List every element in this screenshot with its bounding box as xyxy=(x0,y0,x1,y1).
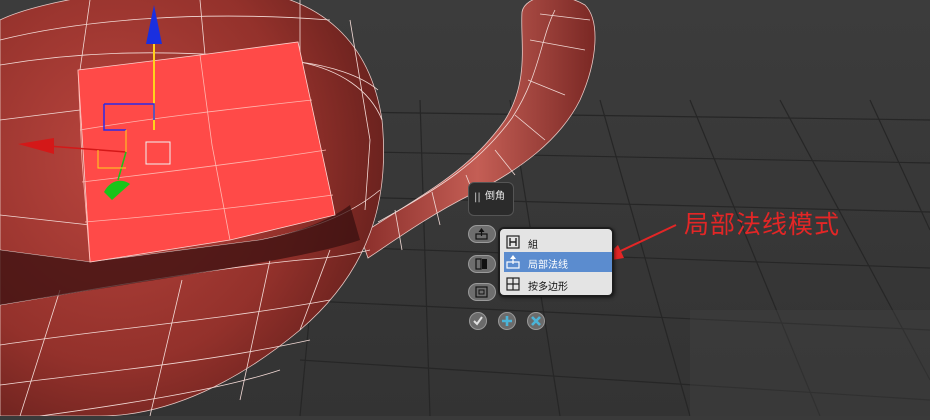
annotation-text: 局部法线模式 xyxy=(684,210,841,239)
x-icon xyxy=(531,316,541,326)
dropdown-item-by-polygon[interactable]: 按多边形 xyxy=(504,274,612,294)
outline-button[interactable] xyxy=(468,283,496,301)
ok-button[interactable] xyxy=(469,312,487,330)
local-normal-icon xyxy=(475,228,488,240)
caddy-title: 倒角 xyxy=(485,191,505,202)
extrude-type-button[interactable] xyxy=(468,225,496,243)
extrude-type-dropdown[interactable]: 組 局部法线 按多边形 xyxy=(498,227,614,297)
height-icon xyxy=(475,258,488,270)
dropdown-item-label: 按多边形 xyxy=(528,282,568,293)
check-icon xyxy=(473,316,483,326)
grip-icon[interactable]: || xyxy=(474,192,481,203)
group-icon xyxy=(506,235,520,249)
by-polygon-icon xyxy=(506,277,520,291)
dropdown-item-label: 局部法线 xyxy=(528,260,568,271)
dropdown-item-local-normal[interactable]: 局部法线 xyxy=(504,252,612,272)
local-normal-icon xyxy=(506,255,520,269)
cancel-button[interactable] xyxy=(527,312,545,330)
apply-button[interactable] xyxy=(498,312,516,330)
height-button[interactable] xyxy=(468,255,496,273)
dropdown-item-label: 組 xyxy=(528,240,538,251)
dropdown-item-group[interactable]: 組 xyxy=(504,232,612,252)
caddy-title-bar[interactable]: || 倒角 xyxy=(468,182,514,216)
plus-icon xyxy=(502,316,512,326)
outline-icon xyxy=(475,286,488,298)
